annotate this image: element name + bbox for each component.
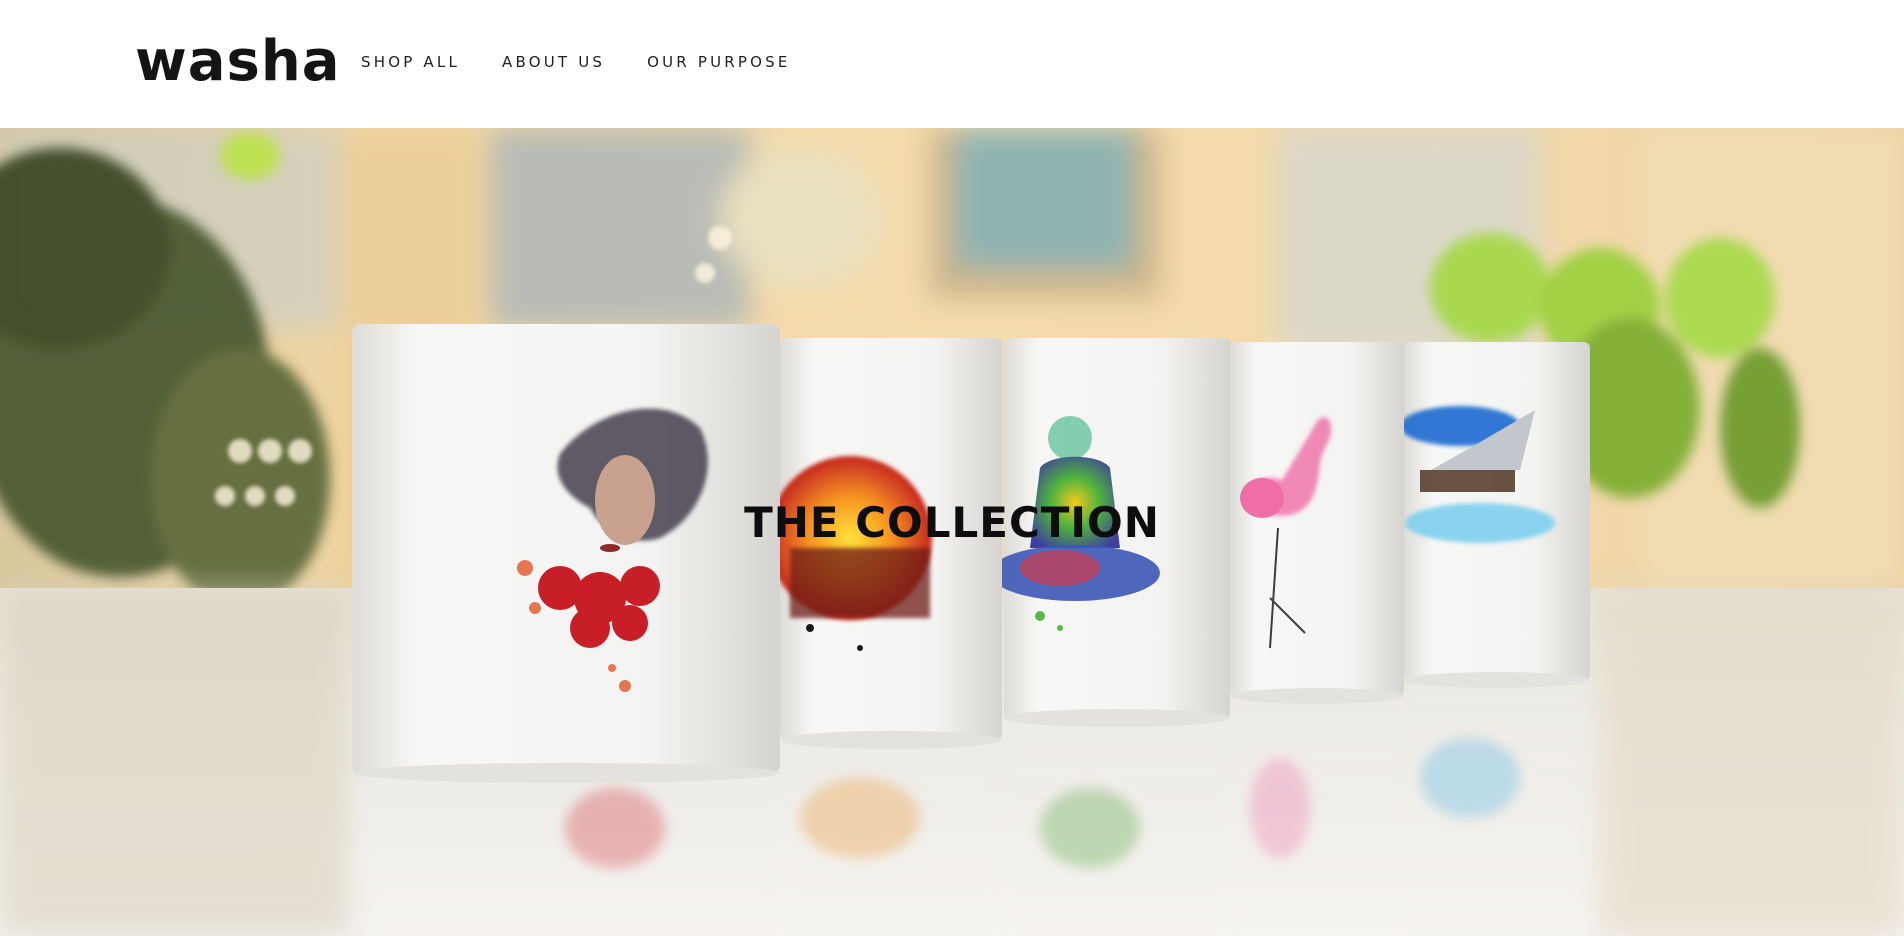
nav-our-purpose[interactable]: OUR PURPOSE — [647, 50, 790, 74]
nav-shop-all[interactable]: SHOP ALL — [361, 50, 460, 74]
main-nav: SHOP ALL ABOUT US OUR PURPOSE — [361, 50, 833, 74]
hero-title: THE COLLECTION — [744, 498, 1160, 547]
brand-logo[interactable]: washa — [135, 22, 341, 102]
page: washa SHOP ALL ABOUT US OUR PURPOSE THE … — [0, 0, 1904, 936]
nav-about-us[interactable]: ABOUT US — [502, 50, 605, 74]
hero-banner[interactable]: THE COLLECTION — [0, 128, 1904, 936]
site-header: washa SHOP ALL ABOUT US OUR PURPOSE — [0, 0, 1904, 128]
